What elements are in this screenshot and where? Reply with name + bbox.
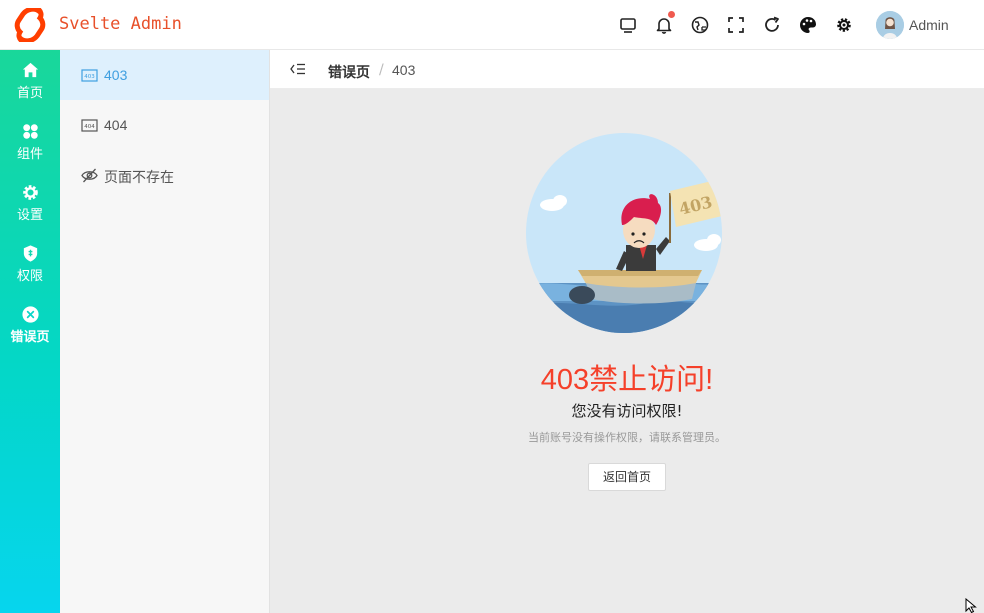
submenu-item-label: 页面不存在 bbox=[104, 167, 174, 187]
eye-off-icon bbox=[81, 167, 98, 184]
refresh-icon[interactable] bbox=[762, 15, 782, 35]
home-icon bbox=[21, 61, 40, 80]
breadcrumb-current: 403 bbox=[392, 62, 415, 78]
submenu-item-label: 404 bbox=[104, 117, 127, 133]
rail-item-home[interactable]: 首页 bbox=[0, 53, 60, 111]
rail-item-label: 组件 bbox=[0, 143, 60, 162]
top-header: Svelte Admin Admin bbox=[0, 0, 984, 50]
rail-item-label: 设置 bbox=[0, 204, 60, 223]
rail-item-label: 首页 bbox=[0, 82, 60, 101]
error-title: 403禁止访问! bbox=[270, 356, 984, 398]
rail-item-settings[interactable]: 设置 bbox=[0, 175, 60, 233]
submenu-item-not-found[interactable]: 页面不存在 bbox=[60, 150, 269, 200]
error-icon bbox=[21, 305, 40, 324]
settings-icon[interactable] bbox=[834, 15, 854, 35]
app-title: Svelte Admin bbox=[59, 14, 182, 34]
rail-item-permission[interactable]: 权限 bbox=[0, 236, 60, 294]
palette-icon[interactable] bbox=[798, 15, 818, 35]
language-icon[interactable] bbox=[690, 15, 710, 35]
collapse-menu-icon[interactable] bbox=[289, 61, 307, 77]
mouse-cursor-icon bbox=[965, 598, 977, 613]
rail-item-label: 错误页 bbox=[0, 326, 60, 345]
error-403-illustration: 403 bbox=[526, 133, 726, 335]
svelte-logo[interactable] bbox=[14, 8, 46, 42]
back-home-button[interactable]: 返回首页 bbox=[588, 463, 666, 491]
breadcrumb-separator: / bbox=[379, 62, 384, 78]
main-content: 403 403禁止访问! 您没有访问权限! 当前账号没有操作权限，请联系管理员。… bbox=[270, 89, 984, 613]
nav-rail: 首页 组件 设置 权限 错误页 bbox=[0, 50, 60, 613]
svg-text:404: 404 bbox=[84, 124, 95, 130]
avatar[interactable] bbox=[876, 11, 904, 39]
error-description: 当前账号没有操作权限，请联系管理员。 bbox=[270, 429, 984, 445]
breadcrumb-parent[interactable]: 错误页 bbox=[328, 62, 370, 82]
bell-icon[interactable] bbox=[654, 15, 674, 35]
submenu-item-label: 403 bbox=[104, 67, 127, 83]
shield-icon bbox=[21, 244, 40, 263]
sub-menu: 403 403 404 404 页面不存在 bbox=[60, 50, 270, 613]
breadcrumb: 错误页 / 403 bbox=[270, 50, 984, 89]
submenu-item-404[interactable]: 404 404 bbox=[60, 100, 269, 150]
rail-item-components[interactable]: 组件 bbox=[0, 114, 60, 172]
gear-icon bbox=[21, 183, 40, 202]
rail-item-error-page[interactable]: 错误页 bbox=[0, 297, 60, 355]
error-404-icon: 404 bbox=[81, 117, 98, 134]
monitor-icon[interactable] bbox=[618, 15, 638, 35]
rail-item-label: 权限 bbox=[0, 265, 60, 284]
error-subtitle: 您没有访问权限! bbox=[270, 400, 984, 421]
svg-text:403: 403 bbox=[84, 74, 95, 80]
error-403-icon: 403 bbox=[81, 67, 98, 84]
fullscreen-icon[interactable] bbox=[726, 15, 746, 35]
username[interactable]: Admin bbox=[909, 17, 949, 33]
notification-badge bbox=[668, 11, 675, 18]
components-icon bbox=[21, 122, 40, 141]
submenu-item-403[interactable]: 403 403 bbox=[60, 50, 269, 100]
